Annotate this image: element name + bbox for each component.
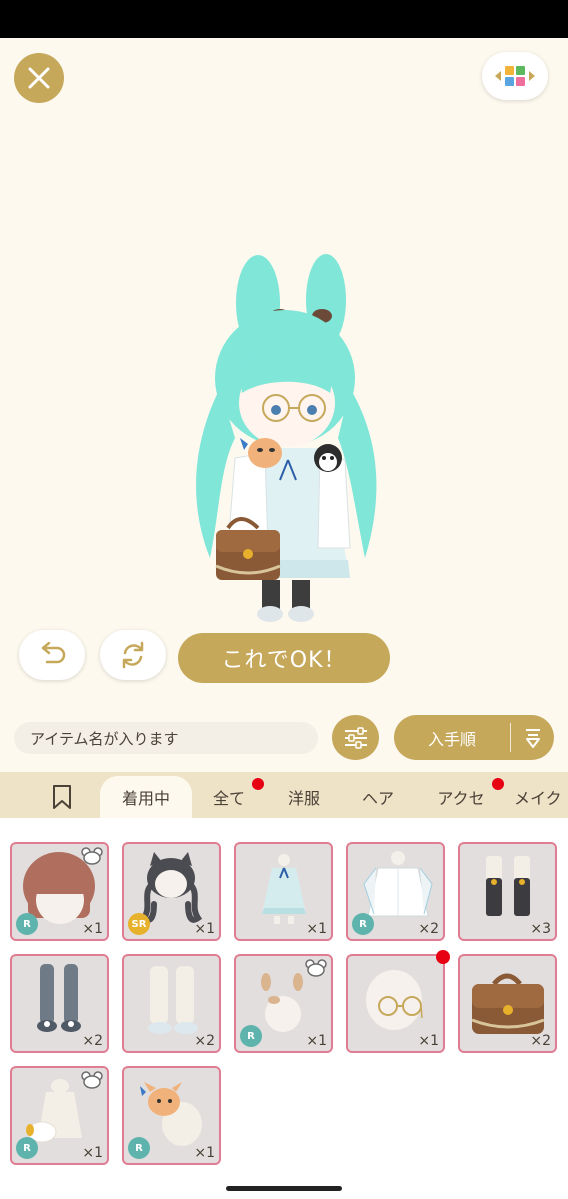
item-count: ×1 (194, 921, 215, 937)
status-bar (0, 0, 568, 38)
color-grid-icon (495, 66, 535, 86)
item-count: ×1 (306, 1033, 327, 1049)
sort-descending-icon (526, 728, 540, 748)
tab-wearing[interactable]: 着用中 (100, 776, 192, 818)
undo-button[interactable] (19, 630, 85, 680)
item-card[interactable]: R ×1 (122, 1066, 221, 1165)
item-card[interactable]: ×3 (458, 842, 557, 941)
undo-icon (41, 642, 66, 664)
item-card[interactable]: SR ×1 (122, 842, 221, 941)
tab-hair[interactable]: ヘア (348, 776, 408, 818)
tab-accessories[interactable]: アクセ (422, 776, 500, 818)
new-item-dot (436, 950, 450, 964)
item-count: ×1 (82, 921, 103, 937)
item-card[interactable]: ×1 (234, 842, 333, 941)
avatar-character[interactable] (180, 248, 390, 648)
item-card[interactable]: ×2 (10, 954, 109, 1053)
close-icon (28, 67, 50, 89)
item-card[interactable]: R ×1 (10, 842, 109, 941)
bookmark-icon (53, 785, 71, 809)
item-name-search-input[interactable]: アイテム名が入ります (14, 722, 318, 754)
sliders-icon (344, 726, 367, 749)
sort-order-label: 入手順 (427, 729, 476, 749)
rotate-button[interactable] (100, 630, 166, 680)
rarity-badge: R (240, 1025, 262, 1047)
bear-badge-icon (81, 847, 103, 865)
tab-all[interactable]: 全て (200, 776, 258, 818)
item-card[interactable]: ×2 (122, 954, 221, 1053)
rarity-badge: R (16, 913, 38, 935)
category-tabs: 着用中 全て 洋服 ヘア アクセ メイク (0, 772, 568, 818)
item-count: ×2 (194, 1033, 215, 1049)
tab-accessories-new-dot (492, 778, 504, 790)
sort-direction-toggle[interactable] (518, 715, 548, 760)
rarity-badge: R (16, 1137, 38, 1159)
sort-order-button[interactable]: 入手順 (394, 715, 554, 760)
rotate-icon (122, 641, 144, 669)
item-card[interactable]: ×2 (458, 954, 557, 1053)
item-count: ×3 (530, 921, 551, 937)
item-card[interactable]: R ×1 (10, 1066, 109, 1165)
item-card[interactable]: ×1 (346, 954, 445, 1053)
item-count: ×1 (82, 1145, 103, 1161)
item-card[interactable]: R ×2 (346, 842, 445, 941)
tab-clothes[interactable]: 洋服 (274, 776, 334, 818)
rarity-badge: SR (128, 913, 150, 935)
layout-switch-button[interactable] (482, 52, 548, 100)
dress-up-stage: これでOK！ (0, 38, 568, 702)
item-card[interactable]: R ×1 (234, 954, 333, 1053)
close-button[interactable] (14, 53, 64, 103)
filter-button[interactable] (332, 715, 379, 760)
rarity-badge: R (352, 913, 374, 935)
bear-badge-icon (81, 1071, 103, 1089)
bookmark-tab[interactable] (38, 776, 86, 818)
sort-divider (510, 723, 511, 752)
item-count: ×2 (530, 1033, 551, 1049)
rarity-badge: R (128, 1137, 150, 1159)
item-count: ×1 (194, 1145, 215, 1161)
bear-badge-icon (305, 959, 327, 977)
tab-makeup[interactable]: メイク (514, 776, 568, 818)
item-count: ×2 (82, 1033, 103, 1049)
tab-all-new-dot (252, 778, 264, 790)
confirm-ok-button[interactable]: これでOK！ (178, 633, 390, 683)
home-indicator[interactable] (226, 1186, 342, 1191)
item-count: ×1 (418, 1033, 439, 1049)
item-grid: R ×1 SR ×1 ×1 R ×2 ×3 ×2 ×2 R ×1 ×1 ×2 R… (0, 818, 568, 1180)
system-navigation-bar (0, 1180, 568, 1199)
search-sort-bar: アイテム名が入ります 入手順 (0, 702, 568, 772)
item-count: ×1 (306, 921, 327, 937)
item-count: ×2 (418, 921, 439, 937)
